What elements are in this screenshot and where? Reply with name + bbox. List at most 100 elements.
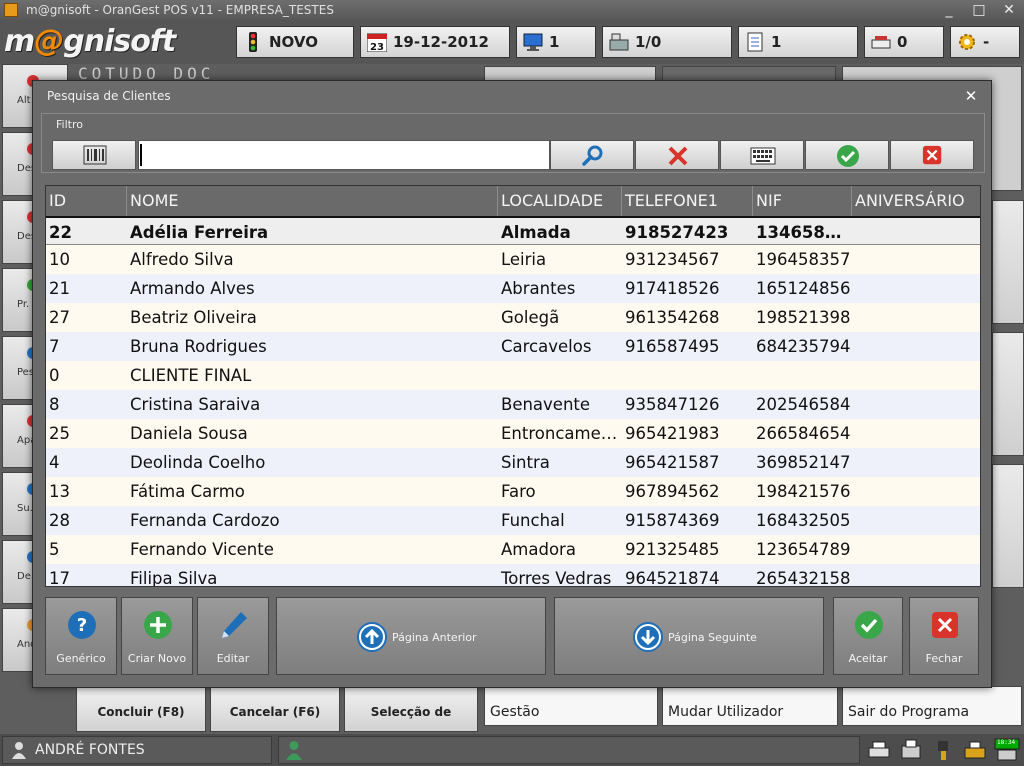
cancel-sale-button[interactable]: Cancelar (F6) — [210, 686, 340, 732]
background-tile[interactable] — [992, 464, 1024, 588]
search-input[interactable] — [138, 140, 550, 170]
next-page-button[interactable]: Página Seguinte — [554, 597, 824, 675]
maximize-button[interactable]: □ — [968, 0, 990, 20]
cell-nif: 196458357 — [756, 250, 851, 269]
cell-nif: 134658297 — [756, 223, 852, 242]
cell-birthday — [852, 564, 980, 586]
current-user-name: ANDRÉ FONTES — [35, 742, 145, 758]
cell-id: 17 — [49, 569, 70, 587]
cell-phone: 965421587 — [625, 453, 720, 472]
terminal-button[interactable]: 1 — [516, 26, 596, 58]
select-articles-button[interactable]: Selecção de Artigos — [344, 686, 478, 766]
create-customer-label: Criar Novo — [127, 652, 187, 665]
window-close-button[interactable]: ✕ — [998, 0, 1020, 20]
column-header-nif[interactable]: NIF — [753, 186, 852, 216]
exit-program-button[interactable]: Sair do Programa — [842, 686, 1022, 726]
cell-phone: 935847126 — [625, 395, 720, 414]
cash-drawer-status-icon[interactable] — [962, 738, 988, 762]
table-row[interactable]: 17 Filipa Silva Torres Vedras 964521874 2654… — [46, 564, 980, 587]
table-row[interactable]: 25 Daniela Sousa Entroncamento 965421983 266… — [46, 419, 980, 448]
cell-nif: 168432505 — [756, 511, 851, 530]
cell-locality: Torres Vedras — [501, 569, 612, 587]
background-tile[interactable] — [992, 200, 1024, 324]
receipt-printer-icon[interactable] — [898, 738, 924, 762]
barcode-button[interactable] — [52, 140, 136, 170]
cell-birthday — [852, 448, 980, 477]
keyboard-button[interactable] — [720, 140, 804, 170]
cell-nif: 265432158 — [756, 569, 851, 587]
minimize-button[interactable]: _ — [938, 0, 960, 20]
table-row[interactable]: 5 Fernando Vicente Amadora 921325485 1236547… — [46, 535, 980, 564]
document-status-label: NOVO — [269, 33, 318, 51]
cell-birthday — [852, 390, 980, 419]
clock-time: 18:34 — [997, 739, 1016, 746]
left-action-label: Pr. — [17, 299, 30, 310]
cell-locality: Benavente — [501, 395, 591, 414]
table-header: ID NOME LOCALIDADE TELEFONE1 NIF ANIVERS… — [46, 186, 980, 216]
table-row[interactable]: 28 Fernanda Cardozo Funchal 915874369 168432… — [46, 506, 980, 535]
customers-table: ID NOME LOCALIDADE TELEFONE1 NIF ANIVERS… — [45, 185, 981, 587]
table-row[interactable]: 10 Alfredo Silva Leiria 931234567 196458357 — [46, 245, 980, 274]
previous-page-button[interactable]: Página Anterior — [276, 597, 546, 675]
cell-phone: 965421983 — [625, 424, 720, 443]
dialog-close-button[interactable]: ✕ — [961, 87, 981, 105]
table-row[interactable]: 21 Armando Alves Abrantes 917418526 16512485… — [46, 274, 980, 303]
column-header-locality[interactable]: LOCALIDADE — [498, 186, 622, 216]
brand-logo: m@gnisoft — [4, 24, 176, 59]
close-dialog-button[interactable]: Fechar — [909, 597, 979, 675]
cell-locality: Faro — [501, 482, 536, 501]
documents-button[interactable]: 1 — [738, 26, 858, 58]
clear-filter-button[interactable] — [635, 140, 719, 170]
confirm-filter-button[interactable] — [805, 140, 889, 170]
cell-name: Filipa Silva — [130, 569, 218, 587]
pages-button[interactable]: 1/0 — [602, 26, 732, 58]
table-row[interactable]: 22 Adélia Ferreira Almada 918527423 13465829… — [46, 216, 980, 247]
table-row[interactable]: 0 CLIENTE FINAL — [46, 361, 980, 390]
change-user-button[interactable]: Mudar Utilizador — [662, 686, 838, 726]
table-row[interactable]: 4 Deolinda Coelho Sintra 965421587 369852147 — [46, 448, 980, 477]
settings-button[interactable]: - — [950, 26, 1020, 58]
table-row[interactable]: 27 Beatriz Oliveira Golegã 961354268 1985213… — [46, 303, 980, 332]
create-customer-button[interactable]: Criar Novo — [121, 597, 193, 675]
cell-name: Daniela Sousa — [130, 424, 248, 443]
document-status-button[interactable]: NOVO — [236, 26, 354, 58]
edit-customer-label: Editar — [216, 652, 250, 665]
text-cursor — [140, 144, 142, 166]
generic-customer-button[interactable]: ? Genérico — [45, 597, 117, 675]
cancel-filter-button[interactable] — [890, 140, 974, 170]
barcode-scanner-icon[interactable] — [930, 738, 956, 762]
cell-phone: 961354268 — [625, 308, 720, 327]
column-header-phone[interactable]: TELEFONE1 — [622, 186, 753, 216]
conclude-button[interactable]: Concluir (F8) — [76, 686, 206, 732]
accept-button[interactable]: Aceitar — [833, 597, 903, 675]
date-button[interactable]: 23 19-12-2012 — [360, 26, 510, 58]
calendar-day: 23 — [370, 42, 384, 52]
clock-display: 18:34 — [994, 738, 1020, 762]
cell-nif — [753, 361, 852, 390]
cell-locality: Funchal — [501, 511, 565, 530]
cell-locality: Leiria — [501, 250, 547, 269]
table-row[interactable]: 13 Fátima Carmo Faro 967894562 198421576 — [46, 477, 980, 506]
column-header-id[interactable]: ID — [46, 186, 127, 216]
search-button[interactable] — [550, 140, 634, 170]
cell-phone — [622, 361, 753, 390]
table-row[interactable]: 8 Cristina Saraiva Benavente 935847126 20254… — [46, 390, 980, 419]
cell-nif: 266584654 — [756, 424, 851, 443]
accept-label: Aceitar — [848, 652, 888, 665]
cell-nif: 198421576 — [756, 482, 851, 501]
cell-locality: Amadora — [501, 540, 576, 559]
cash-register-icon — [609, 33, 629, 51]
cash-drawer-label: 0 — [897, 33, 908, 51]
logo-at: @ — [34, 24, 64, 59]
printer-icon[interactable] — [866, 738, 892, 762]
management-button[interactable]: Gestão — [484, 686, 658, 726]
column-header-name[interactable]: NOME — [127, 186, 498, 216]
table-row[interactable]: 7 Bruna Rodrigues Carcavelos 916587495 68423… — [46, 332, 980, 361]
background-tile[interactable] — [992, 332, 1024, 456]
edit-customer-button[interactable]: Editar — [197, 597, 269, 675]
cell-birthday — [852, 218, 980, 247]
logo-part: m — [4, 24, 35, 59]
logo-part: gnisoft — [63, 24, 176, 59]
column-header-birthday[interactable]: ANIVERSÁRIO — [852, 186, 980, 216]
cash-drawer-button[interactable]: 0 — [864, 26, 944, 58]
